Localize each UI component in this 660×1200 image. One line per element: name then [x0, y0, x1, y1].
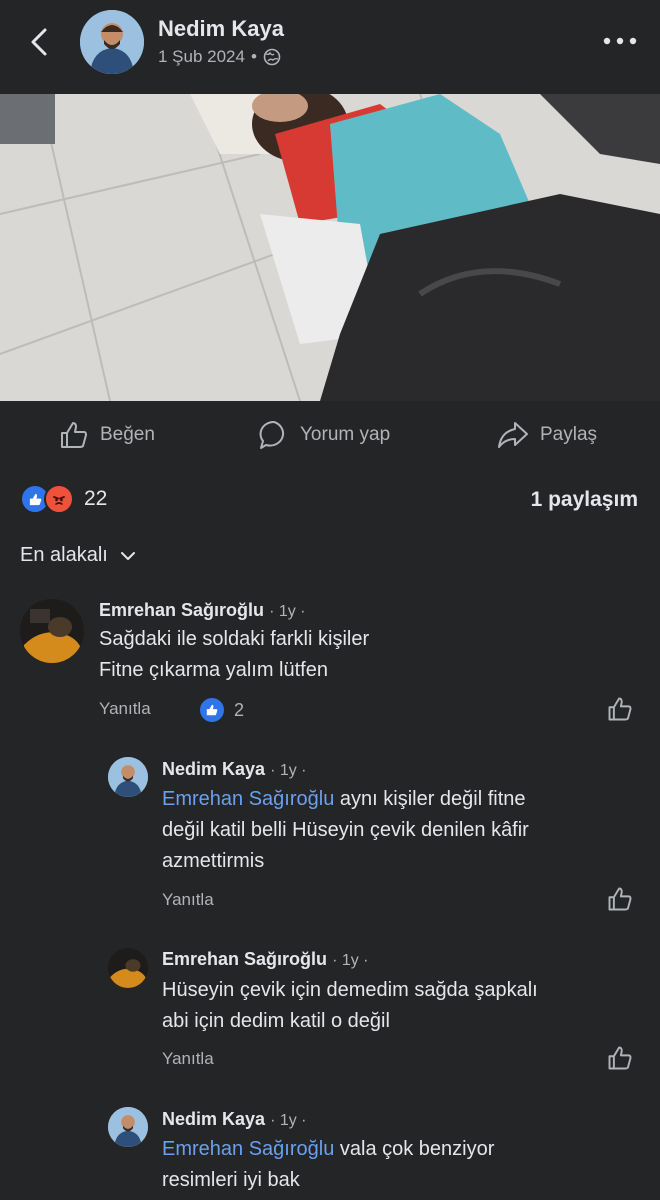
- comment-button[interactable]: Yorum yap: [258, 419, 390, 451]
- like-button[interactable]: Beğen: [58, 419, 155, 451]
- comment-avatar[interactable]: [108, 757, 148, 797]
- share-icon: [498, 422, 528, 448]
- reply-button[interactable]: Yanıtla: [162, 1049, 214, 1069]
- post-photo[interactable]: [0, 94, 660, 401]
- reply-button[interactable]: Yanıtla: [162, 890, 214, 910]
- mention-link[interactable]: Emrehan Sağıroğlu: [162, 788, 334, 810]
- comment-like-count[interactable]: 2: [198, 696, 244, 724]
- post-author-name[interactable]: Nedim Kaya: [158, 16, 284, 42]
- globe-icon: [263, 48, 281, 66]
- comment-author[interactable]: Emrehan Sağıroğlu · 1y ·: [99, 600, 306, 621]
- more-options-icon[interactable]: [600, 34, 640, 48]
- author-avatar[interactable]: [80, 10, 144, 74]
- meta-separator: •: [250, 47, 257, 66]
- sort-label: En alakalı: [20, 544, 108, 566]
- post-meta: 1 Şub 2024 •: [158, 47, 281, 67]
- post-header: Nedim Kaya 1 Şub 2024 •: [0, 0, 660, 94]
- comment-label: Yorum yap: [300, 424, 391, 445]
- comment-author[interactable]: Nedim Kaya · 1y ·: [162, 1109, 307, 1130]
- comment-avatar[interactable]: [20, 599, 84, 663]
- back-arrow-icon[interactable]: [22, 24, 58, 60]
- chevron-down-icon: [120, 551, 135, 560]
- reaction-count: 22: [84, 487, 108, 510]
- like-label: Beğen: [100, 424, 155, 445]
- comment-avatar[interactable]: [108, 1107, 148, 1147]
- thumbs-up-icon[interactable]: [606, 885, 634, 913]
- like-reaction-icon: [198, 696, 226, 724]
- post-actions-bar: Beğen Yorum yap Paylaş: [0, 401, 660, 469]
- share-label: Paylaş: [540, 424, 598, 445]
- comment-author[interactable]: Emrehan Sağıroğlu · 1y ·: [162, 949, 369, 970]
- reply-button[interactable]: Yanıtla: [99, 699, 151, 719]
- share-button[interactable]: Paylaş: [496, 419, 597, 451]
- thumbs-up-icon[interactable]: [606, 1044, 634, 1072]
- reaction-summary[interactable]: 22: [20, 484, 107, 514]
- comment-icon: [259, 420, 285, 449]
- comment-text: Emrehan Sağıroğlu vala çok benziyor resi…: [162, 1138, 495, 1191]
- post-date: 1 Şub 2024: [158, 47, 245, 66]
- comment-avatar[interactable]: [108, 948, 148, 988]
- comment-text: Sağdaki ile soldaki farkli kişiler Fitne…: [99, 628, 370, 681]
- thumbs-up-icon: [61, 422, 87, 448]
- comment-text: Hüseyin çevik için demedim sağda şapkalı…: [162, 979, 538, 1032]
- share-count[interactable]: 1 paylaşım: [531, 488, 638, 512]
- comment-time: · 1y ·: [332, 952, 369, 969]
- comment-author[interactable]: Nedim Kaya · 1y ·: [162, 759, 307, 780]
- angry-reaction-icon: [44, 484, 74, 514]
- thumbs-up-icon[interactable]: [606, 695, 634, 723]
- like-count: 2: [234, 699, 245, 720]
- mention-link[interactable]: Emrehan Sağıroğlu: [162, 1138, 334, 1160]
- comment-time: · 1y ·: [270, 1112, 307, 1129]
- comment-sort-dropdown[interactable]: En alakalı: [20, 544, 136, 567]
- comment-time: · 1y ·: [270, 762, 307, 779]
- comment-text: Emrehan Sağıroğlu aynı kişiler değil fit…: [162, 788, 529, 872]
- comment-time: · 1y ·: [269, 603, 306, 620]
